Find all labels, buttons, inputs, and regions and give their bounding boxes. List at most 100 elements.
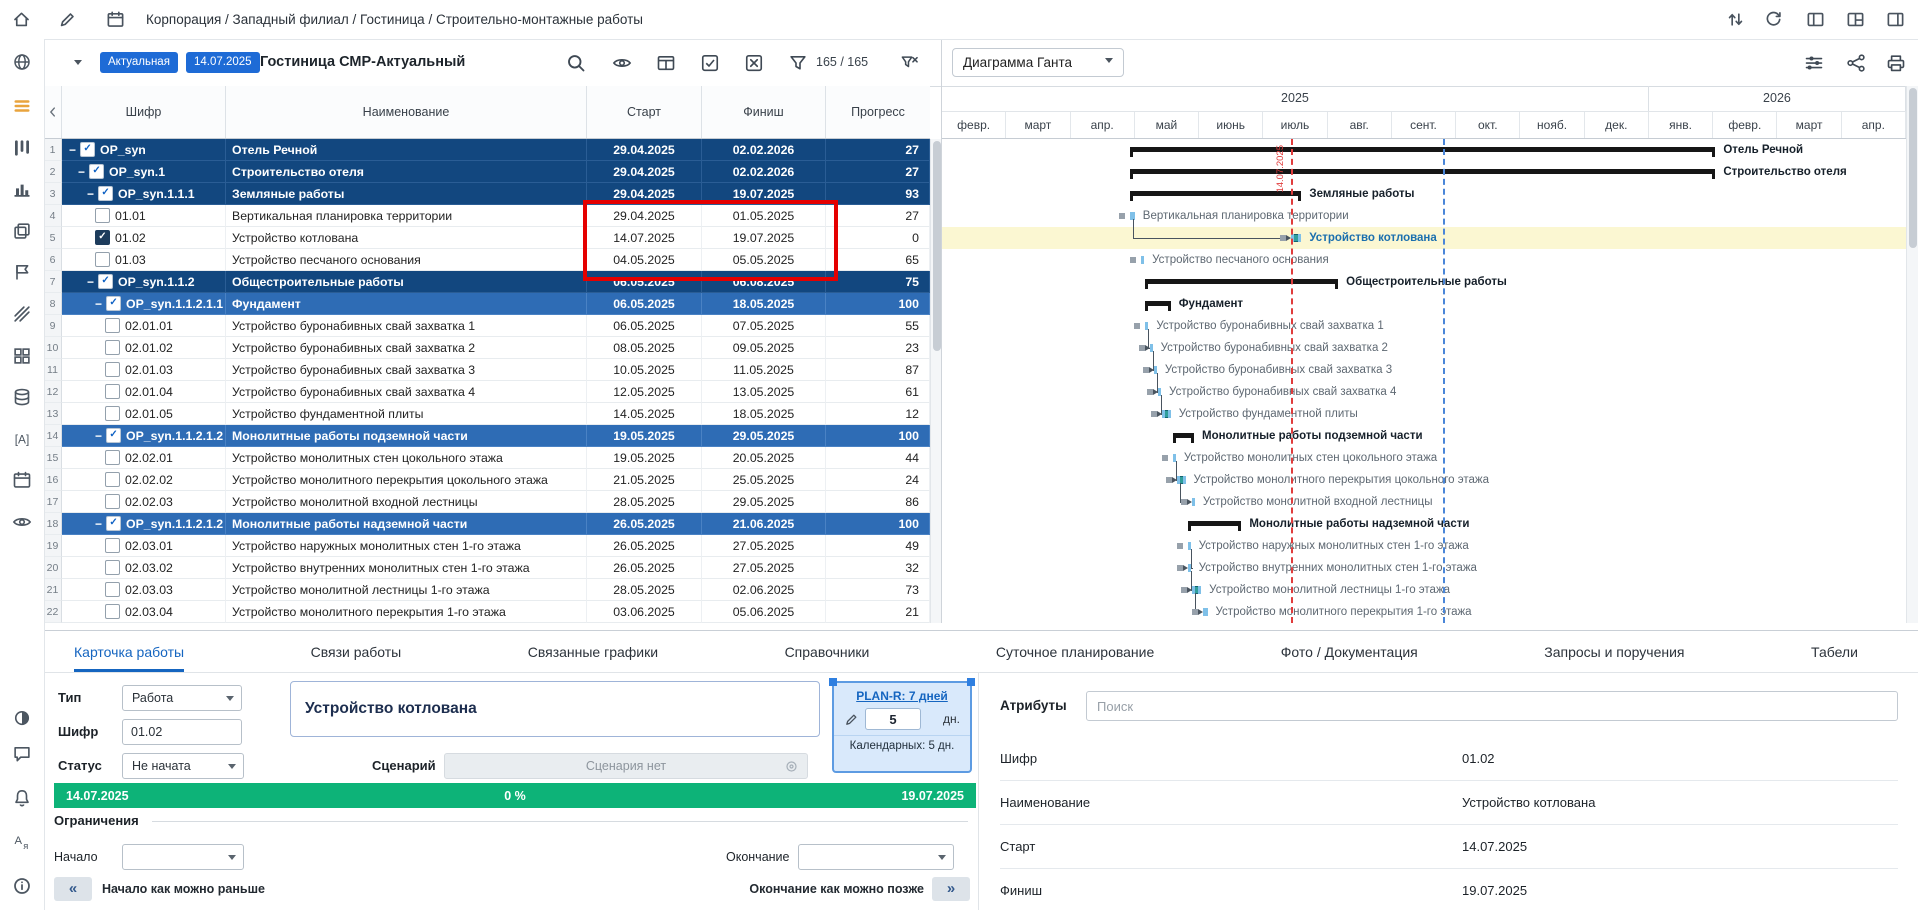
table-row[interactable]: 8−✓OP_syn.1.1.2.1.1Фундамент06.05.202518… (44, 293, 930, 315)
gantt-task-bar[interactable] (1141, 256, 1144, 264)
alap-button[interactable]: » (932, 877, 970, 901)
sliders-icon[interactable] (1804, 53, 1824, 73)
bell-icon[interactable] (12, 788, 32, 808)
end-constraint-select[interactable] (798, 844, 954, 870)
gantt-summary-bar[interactable] (1173, 433, 1194, 438)
table-row[interactable]: 5✓01.02Устройство котлована14.07.202519.… (44, 227, 930, 249)
chart-bars-icon[interactable] (12, 179, 32, 199)
checkbox-on-icon[interactable] (700, 53, 720, 73)
row-checkbox[interactable]: ✓ (98, 274, 113, 289)
table-row[interactable]: 2202.03.04Устройство монолитного перекры… (44, 601, 930, 623)
schedule-menu-caret[interactable] (74, 60, 82, 69)
table-row[interactable]: 1602.02.02Устройство монолитного перекры… (44, 469, 930, 491)
attributes-search-input[interactable] (1086, 691, 1898, 721)
schedule-list-icon-active[interactable] (12, 96, 32, 116)
collapse-toggle[interactable]: − (95, 517, 102, 531)
asap-button[interactable]: « (54, 877, 92, 901)
tab-links[interactable]: Связи работы (311, 631, 402, 672)
attribute-row[interactable]: НаименованиеУстройство котлована (1000, 781, 1898, 825)
collapse-toggle[interactable]: − (95, 429, 102, 443)
home-icon[interactable] (12, 10, 32, 30)
table-row[interactable]: 1702.02.03Устройство монолитной входной … (44, 491, 930, 513)
edit-icon[interactable] (58, 10, 78, 30)
gantt-summary-bar[interactable] (1188, 521, 1242, 526)
column-header-progress[interactable]: Прогресс (826, 86, 930, 138)
filter-icon[interactable] (788, 53, 808, 73)
table-row[interactable]: 2−✓OP_syn.1Строительство отеля29.04.2025… (44, 161, 930, 183)
row-checkbox[interactable] (105, 494, 120, 509)
tab-requests[interactable]: Запросы и поручения (1544, 631, 1684, 672)
scrollbar-thumb[interactable] (933, 141, 941, 351)
row-checkbox[interactable]: ✓ (106, 296, 121, 311)
tab-daily-planning[interactable]: Суточное планирование (996, 631, 1154, 672)
gantt-task-bar[interactable] (1203, 608, 1207, 616)
row-checkbox[interactable] (105, 582, 120, 597)
collapse-toggle[interactable]: − (87, 275, 94, 289)
kanban-icon[interactable] (12, 138, 32, 158)
sort-icon[interactable] (1726, 10, 1746, 30)
info-icon[interactable] (12, 876, 32, 896)
table-row[interactable]: 401.01Вертикальная планировка территории… (44, 205, 930, 227)
bracket-a-icon[interactable]: [A] (12, 429, 32, 449)
tab-work-card[interactable]: Карточка работы (74, 631, 184, 672)
work-name-field[interactable]: Устройство котлована (290, 681, 820, 737)
row-checkbox[interactable] (105, 340, 120, 355)
chat-icon[interactable] (12, 744, 32, 764)
collapse-toggle[interactable]: − (95, 297, 102, 311)
gantt-summary-bar[interactable] (1145, 279, 1338, 284)
tab-photo-docs[interactable]: Фото / Документация (1281, 631, 1418, 672)
attribute-row[interactable]: Шифр01.02 (1000, 737, 1898, 781)
column-header-name[interactable]: Наименование (226, 86, 587, 138)
globe-icon[interactable] (12, 52, 32, 72)
calendar2-icon[interactable] (12, 470, 32, 490)
row-checkbox[interactable] (105, 362, 120, 377)
row-checkbox[interactable]: ✓ (80, 142, 95, 157)
attribute-row[interactable]: Финиш19.07.2025 (1000, 869, 1898, 910)
gantt-task-bar[interactable] (1192, 586, 1201, 594)
gantt-summary-bar[interactable] (1145, 301, 1170, 306)
row-checkbox[interactable] (95, 208, 110, 223)
row-checkbox[interactable] (105, 450, 120, 465)
status-select[interactable]: Не начата (122, 753, 244, 779)
start-constraint-select[interactable] (122, 844, 244, 870)
layout-right-icon[interactable] (1886, 10, 1906, 30)
gantt-task-bar[interactable] (1162, 410, 1170, 418)
filter-clear-icon[interactable] (900, 53, 920, 73)
view-select[interactable]: Диаграмма Ганта (952, 48, 1124, 77)
table-row[interactable]: 902.01.01Устройство буронабивных свай за… (44, 315, 930, 337)
gantt-summary-bar[interactable] (1130, 169, 1716, 174)
row-checkbox[interactable] (95, 252, 110, 267)
hatch-icon[interactable] (12, 304, 32, 324)
checkbox-off-icon[interactable] (744, 53, 764, 73)
row-checkbox[interactable] (105, 384, 120, 399)
table-columns-icon[interactable] (656, 53, 676, 73)
attribute-row[interactable]: Старт14.07.2025 (1000, 825, 1898, 869)
flag-icon[interactable] (12, 262, 32, 282)
row-checkbox[interactable]: ✓ (106, 428, 121, 443)
row-checkbox[interactable] (105, 318, 120, 333)
translate-icon[interactable]: Aя (12, 832, 32, 852)
tab-references[interactable]: Справочники (785, 631, 870, 672)
tab-linked-schedules[interactable]: Связанные графики (528, 631, 658, 672)
table-row[interactable]: 1302.01.05Устройство фундаментной плиты1… (44, 403, 930, 425)
table-row[interactable]: 18−✓OP_syn.1.1.2.1.2Монолитные работы на… (44, 513, 930, 535)
table-row[interactable]: 1902.03.01Устройство наружных монолитных… (44, 535, 930, 557)
table-row[interactable]: 2102.03.03Устройство монолитной лестницы… (44, 579, 930, 601)
table-row[interactable]: 7−✓OP_syn.1.1.2Общестроительные работы06… (44, 271, 930, 293)
row-checkbox[interactable] (105, 538, 120, 553)
table-row[interactable]: 1−✓OP_synОтель Речной29.04.202502.02.202… (44, 139, 930, 161)
row-checkbox[interactable] (105, 560, 120, 575)
search-icon[interactable] (566, 53, 586, 73)
table-row[interactable]: 1002.01.02Устройство буронабивных свай з… (44, 337, 930, 359)
row-checkbox[interactable] (105, 406, 120, 421)
calendar-icon[interactable] (106, 10, 126, 30)
row-checkbox[interactable]: ✓ (89, 164, 104, 179)
gantt-task-bar[interactable] (1192, 498, 1195, 506)
layout-left-icon[interactable] (1806, 10, 1826, 30)
table-row[interactable]: 601.03Устройство песчаного основания04.0… (44, 249, 930, 271)
plan-duration-input[interactable] (865, 708, 921, 730)
grid-icon[interactable] (12, 346, 32, 366)
column-header-finish[interactable]: Финиш (702, 86, 826, 138)
table-row[interactable]: 14−✓OP_syn.1.1.2.1.2Монолитные работы по… (44, 425, 930, 447)
refresh-icon[interactable] (1764, 10, 1784, 30)
